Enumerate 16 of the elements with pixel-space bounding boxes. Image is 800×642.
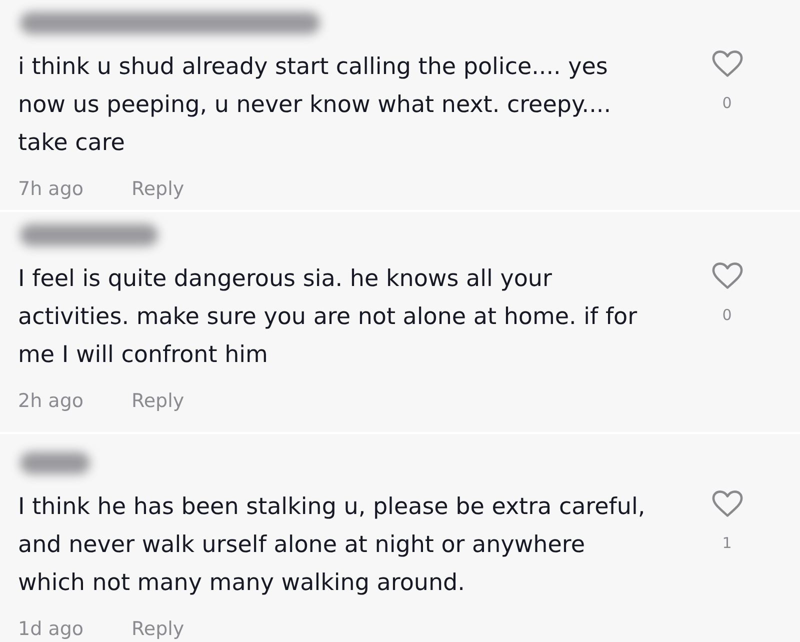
heart-icon[interactable] [712, 50, 742, 78]
comment-text: I feel is quite dangerous sia. he knows all your activities. make sure you are not alone at home. if for me I will confront him [18, 265, 638, 370]
timestamp: 7h ago [18, 177, 84, 202]
comment-text: i think u shud already start calling the police.... yes now us peeping, u never know what next. creepy.... take care [18, 53, 612, 158]
blurred-username [20, 452, 90, 474]
reply-button[interactable]: Reply [132, 616, 184, 642]
reply-button[interactable]: Reply [132, 388, 184, 414]
timestamp: 1d ago [18, 617, 84, 642]
heart-icon[interactable] [712, 262, 742, 290]
reply-button[interactable]: Reply [132, 176, 184, 202]
comment-text: I think he has been stalking u, please be extra careful, and never walk urself alone at night or anywhere which not many many walking around. [18, 493, 646, 598]
like-count: 0 [722, 93, 732, 113]
timestamp: 2h ago [18, 389, 84, 414]
like-count: 0 [722, 305, 732, 325]
like-count: 1 [722, 533, 732, 553]
heart-icon[interactable] [712, 490, 742, 518]
